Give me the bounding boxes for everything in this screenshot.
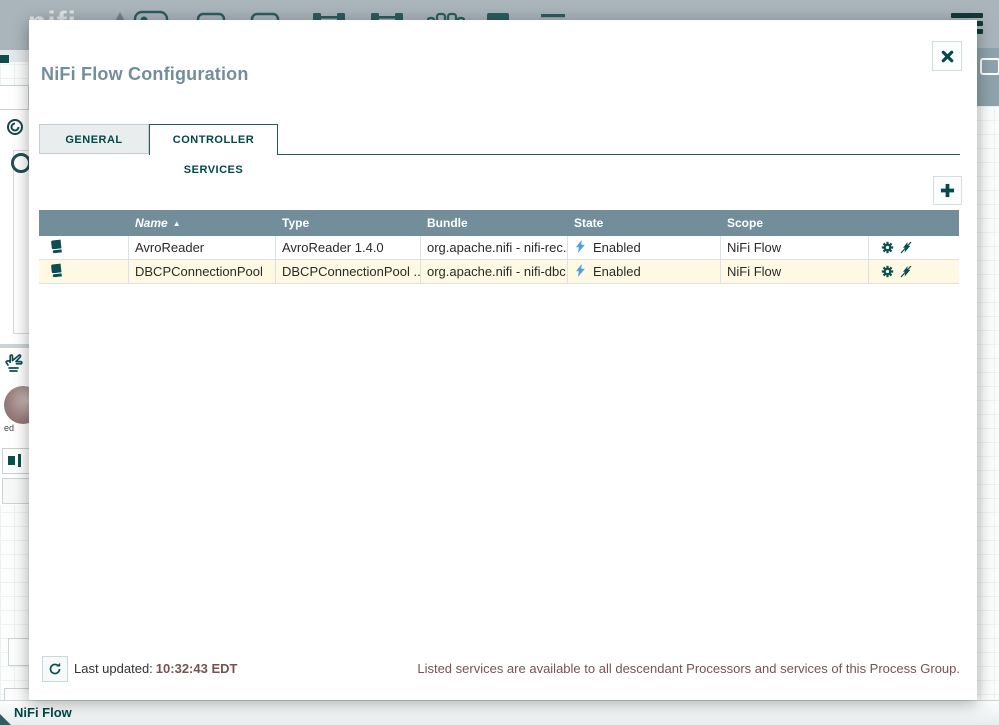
header-state[interactable]: State <box>568 210 721 236</box>
disable-bolt-icon[interactable] <box>900 241 912 254</box>
plus-icon <box>940 183 955 198</box>
cell-type: AvroReader 1.4.0 <box>276 236 421 259</box>
header-actions-column <box>869 210 959 236</box>
header-name[interactable]: Name ▲ <box>129 210 276 236</box>
last-updated: Last updated: 10:32:43 EDT <box>74 661 238 676</box>
close-button[interactable] <box>932 41 962 71</box>
tab-underline <box>278 154 960 155</box>
cell-actions <box>869 236 959 259</box>
cell-bundle: org.apache.nifi - nifi-rec... <box>421 236 568 259</box>
cell-name: AvroReader <box>129 236 276 259</box>
nifi-app: nifi <box>0 0 999 725</box>
breadcrumb-bar: NiFi Flow <box>0 700 999 725</box>
compass-icon <box>6 118 24 141</box>
flow-configuration-dialog: NiFi Flow Configuration GENERAL CONTROLL… <box>29 20 977 700</box>
last-updated-value: 10:32:43 EDT <box>155 661 238 676</box>
table-row[interactable]: AvroReader AvroReader 1.4.0 org.apache.n… <box>39 236 959 260</box>
table-row[interactable]: DBCPConnectionPool DBCPConnectionPool ..… <box>39 260 959 284</box>
tab-controller-services[interactable]: CONTROLLER SERVICES <box>149 124 278 176</box>
cell-state: Enabled <box>568 236 721 259</box>
breadcrumb[interactable]: NiFi Flow <box>14 701 72 725</box>
palette-divider <box>0 344 29 348</box>
cell-scope: NiFi Flow <box>721 260 869 283</box>
cell-bundle: org.apache.nifi - nifi-dbc... <box>421 260 568 283</box>
cell-state: Enabled <box>568 260 721 283</box>
refresh-icon <box>49 662 61 675</box>
disable-bolt-icon[interactable] <box>900 265 912 278</box>
cluster-chip <box>0 55 9 63</box>
close-icon <box>941 50 953 62</box>
operate-hand-icon <box>4 352 26 379</box>
mini-label-icon <box>980 58 999 75</box>
page-title: NiFi Flow Configuration <box>41 64 249 84</box>
header-icon-column <box>39 210 129 236</box>
refresh-button[interactable] <box>42 656 68 682</box>
edit-gear-icon[interactable] <box>881 265 894 278</box>
tab-general[interactable]: GENERAL <box>39 124 149 154</box>
cell-name: DBCPConnectionPool <box>129 260 276 283</box>
zoom-control-fragment[interactable] <box>11 153 31 173</box>
canvas-wedge-fragment <box>0 714 11 725</box>
usage-book-icon[interactable] <box>49 239 64 256</box>
enabled-bolt-icon <box>576 263 585 280</box>
scope-note: Listed services are available to all des… <box>417 661 960 676</box>
table-header-row: Name ▲ Type Bundle State Scope <box>39 210 959 236</box>
usage-book-icon[interactable] <box>49 263 64 280</box>
enabled-bolt-icon <box>576 239 585 256</box>
edit-gear-icon[interactable] <box>881 241 894 254</box>
sort-asc-icon: ▲ <box>172 218 181 228</box>
header-bundle[interactable]: Bundle <box>421 210 568 236</box>
operate-button-fragment[interactable] <box>2 448 30 474</box>
navigate-palette-header <box>0 85 29 110</box>
cell-type: DBCPConnectionPool ... <box>276 260 421 283</box>
controller-services-table: Name ▲ Type Bundle State Scope AvroReade… <box>39 210 959 284</box>
header-scope[interactable]: Scope <box>721 210 869 236</box>
cell-scope: NiFi Flow <box>721 236 869 259</box>
header-type[interactable]: Type <box>276 210 421 236</box>
cell-actions <box>869 260 959 283</box>
operate-button-fragment-2[interactable] <box>2 478 30 504</box>
operate-id-fragment: ed <box>4 423 15 433</box>
add-controller-service-button[interactable] <box>933 176 962 205</box>
